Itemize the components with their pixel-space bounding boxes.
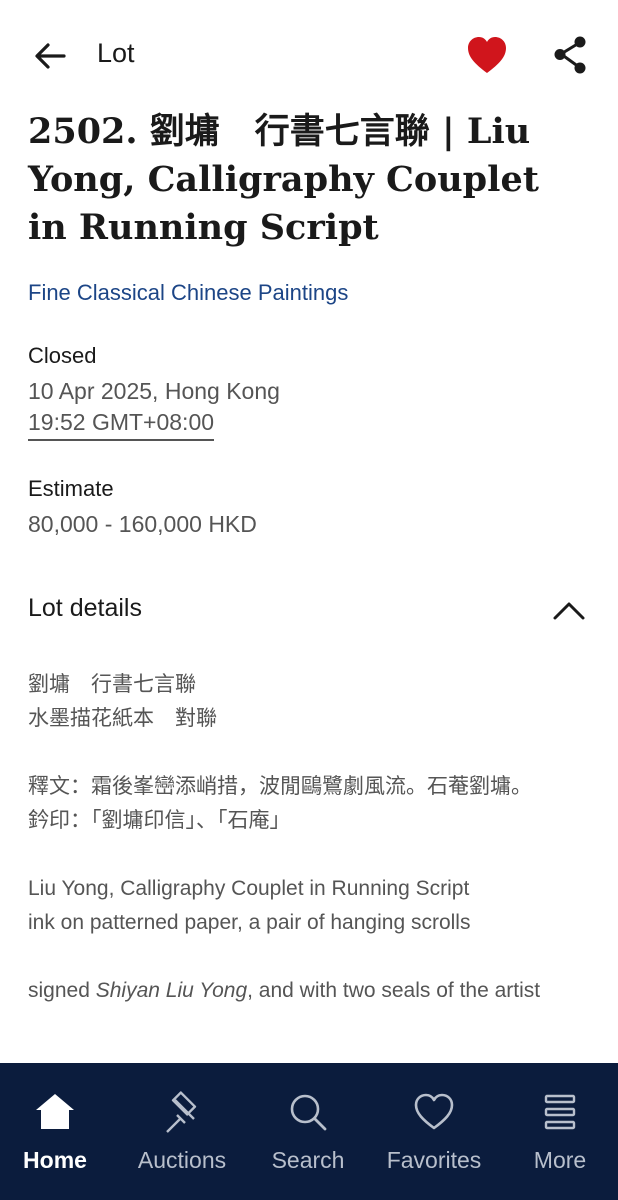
signed-suffix: , and with two seals of the artist [247,979,541,1002]
heart-filled-icon [468,37,506,73]
lot-title: 2502. 劉墉 行書七言聯 | Liu Yong, Calligraphy C… [28,111,539,248]
estimate-label: Estimate [28,476,114,501]
header-title: Lot [97,38,135,68]
lot-details-toggle[interactable]: Lot details [0,580,618,640]
lot-date-location: 10 Apr 2025, Hong Kong [28,378,280,404]
nav-label-more: More [533,1147,587,1173]
chinese-medium: 水墨描花紙本 對聯 [28,707,217,730]
seals-text: 鈐印：「劉墉印信」、「石庵」 [28,809,291,832]
signature-text: signed Shiyan Liu Yong, and with two sea… [28,974,598,1008]
menu-icon [544,1094,576,1130]
nav-more[interactable]: More [505,1063,615,1200]
lot-details-title: Lot details [28,594,142,622]
chevron-up-icon [553,602,585,620]
sale-link[interactable]: Fine Classical Chinese Paintings [28,280,348,306]
nav-label-search: Search [271,1147,345,1173]
nav-home[interactable]: Home [0,1063,110,1200]
heart-outline-icon [414,1093,454,1130]
bottom-navigation: Home Auctions Search Favorites More [0,1063,618,1200]
search-icon [290,1094,327,1131]
inscription-text: 釋文：霜後峯巒添峭措，波閒鷗鷺劇風流。石菴劉墉。 [28,775,532,798]
share-button[interactable] [549,34,591,76]
nav-label-favorites: Favorites [386,1147,482,1173]
english-title: Liu Yong, Calligraphy Couplet in Running… [28,877,470,900]
lot-details-body: 劉墉 行書七言聯 水墨描花紙本 對聯 釋文：霜後峯巒添峭措，波閒鷗鷺劇風流。石菴… [28,668,598,1008]
gavel-icon [166,1091,197,1133]
estimate-value: 80,000 - 160,000 HKD [28,511,257,537]
nav-favorites[interactable]: Favorites [379,1063,489,1200]
arrow-left-icon [35,43,66,69]
signed-name: Shiyan Liu Yong [95,979,248,1002]
chinese-title: 劉墉 行書七言聯 [28,673,196,696]
lot-close-time[interactable]: 19:52 GMT+08:00 [28,409,215,441]
favorite-button[interactable] [465,34,509,76]
back-button[interactable] [30,36,70,76]
top-app-bar: Lot [0,0,618,110]
share-icon [554,36,586,74]
lot-status: Closed [28,343,97,368]
nav-label-home: Home [23,1147,87,1173]
english-medium: ink on patterned paper, a pair of hangin… [28,911,471,934]
home-icon [36,1094,74,1129]
nav-label-auctions: Auctions [137,1147,227,1173]
nav-search[interactable]: Search [253,1063,363,1200]
signed-prefix: signed [28,979,96,1002]
nav-auctions[interactable]: Auctions [127,1063,237,1200]
